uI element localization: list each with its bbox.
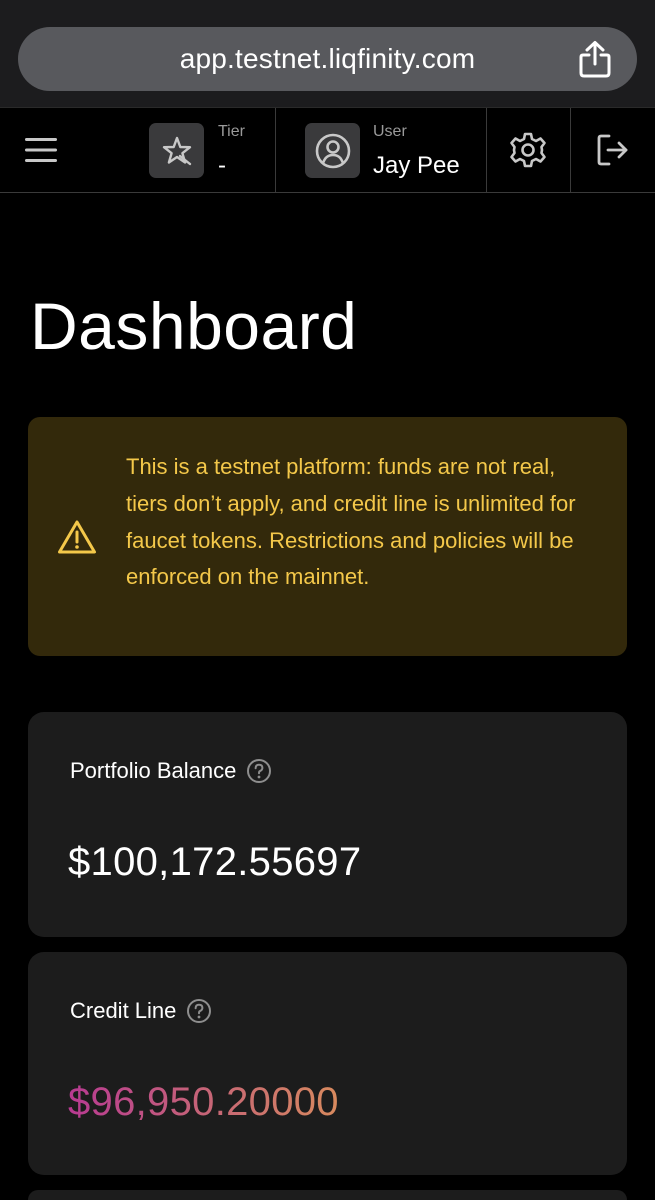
logout-button[interactable] xyxy=(592,130,632,170)
url-text: app.testnet.liqfinity.com xyxy=(179,43,476,74)
address-bar[interactable]: app.testnet.liqfinity.com xyxy=(18,27,637,91)
user-icon-box[interactable] xyxy=(305,123,360,178)
share-icon[interactable] xyxy=(577,40,613,78)
hamburger-icon[interactable] xyxy=(24,135,58,165)
tier-label: Tier xyxy=(218,123,245,140)
tier-icon-box xyxy=(149,123,204,178)
settings-button[interactable] xyxy=(508,130,548,170)
credit-line-value: $96,950.20000 xyxy=(68,1080,339,1124)
portfolio-balance-card: Portfolio Balance $100,172.55697 xyxy=(28,712,627,937)
help-icon[interactable] xyxy=(186,998,212,1024)
logout-icon xyxy=(597,134,628,166)
user-name[interactable]: Jay Pee xyxy=(373,152,460,180)
portfolio-balance-label-text: Portfolio Balance xyxy=(70,758,237,783)
header-divider xyxy=(275,108,276,193)
help-icon[interactable] xyxy=(246,758,272,784)
browser-toolbar: app.testnet.liqfinity.com xyxy=(0,0,655,107)
header-divider xyxy=(570,108,571,193)
credit-line-label: Credit Line xyxy=(70,998,212,1024)
tier-value: - xyxy=(218,152,226,179)
portfolio-balance-label: Portfolio Balance xyxy=(70,758,272,784)
warning-triangle-icon xyxy=(58,520,96,554)
user-circle-icon xyxy=(315,133,350,168)
star-icon xyxy=(162,136,191,165)
credit-line-card: Credit Line $96,950.20000 xyxy=(28,952,627,1175)
credit-line-label-text: Credit Line xyxy=(70,998,177,1023)
app-header: Tier - User Jay Pee xyxy=(0,107,655,193)
gear-icon xyxy=(510,132,546,168)
warning-message: This is a testnet platform: funds are no… xyxy=(126,454,576,590)
header-divider xyxy=(486,108,487,193)
user-label: User xyxy=(373,123,407,140)
next-card xyxy=(28,1190,627,1200)
portfolio-balance-value: $100,172.55697 xyxy=(68,840,362,884)
page-title: Dashboard xyxy=(30,289,358,363)
